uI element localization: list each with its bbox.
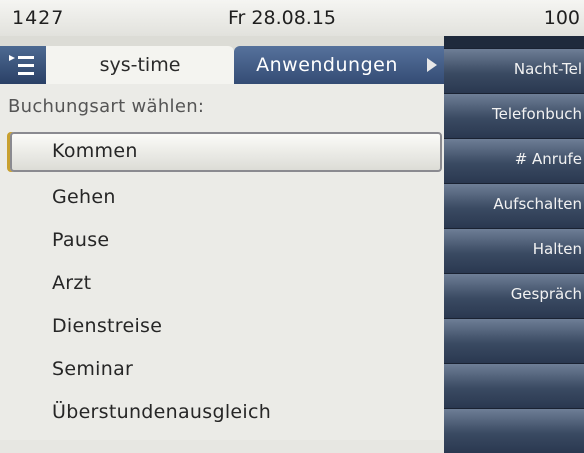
list-item-label: Pause [52,229,110,251]
list-item-label: Überstundenausgleich [52,401,272,423]
current-date: Fr 28.08.15 [228,7,337,29]
fkey-anrufe[interactable]: # Anrufe [444,138,584,183]
arrow-right-icon [427,58,437,72]
fkey-nacht-tel[interactable]: Nacht-Tel [444,48,584,93]
fkey-empty-2[interactable] [444,363,584,408]
list-item-seminar[interactable]: Seminar [0,350,444,390]
function-key-column: Nacht-Tel Telefonbuch # Anrufe Aufschalt… [444,36,584,453]
tab-sys-time[interactable]: sys-time [46,46,234,84]
phone-extension: 100 [543,7,580,29]
booking-type-panel: Buchungsart wählen: Kommen Gehen Pause A… [0,84,444,440]
list-item-pause[interactable]: Pause [0,221,444,261]
list-item-dienstreise[interactable]: Dienstreise [0,307,444,347]
list-item-label: Gehen [52,186,116,208]
list-item-arzt[interactable]: Arzt [0,264,444,304]
tab-bar: sys-time Anwendungen [0,36,444,84]
menu-button[interactable] [0,46,46,84]
fkey-aufschalten[interactable]: Aufschalten [444,183,584,228]
menu-list-icon [9,55,34,75]
list-item-kommen[interactable]: Kommen [10,132,442,172]
list-item-label: Dienstreise [52,315,163,337]
list-item-label: Kommen [52,140,138,162]
fkey-empty-1[interactable] [444,318,584,363]
fkey-empty-3[interactable] [444,408,584,453]
next-tab-button[interactable] [420,46,444,84]
fkey-gespraech[interactable]: Gespräch [444,273,584,318]
prompt-label: Buchungsart wählen: [8,96,205,117]
fkey-halten[interactable]: Halten [444,228,584,273]
list-item-label: Seminar [52,358,134,380]
tab-anwendungen[interactable]: Anwendungen [234,46,420,84]
clock-time: 1427 [12,7,65,29]
fkey-telefonbuch[interactable]: Telefonbuch [444,93,584,138]
list-item-label: Arzt [52,272,92,294]
status-bar: 1427 Fr 28.08.15 100 [0,0,584,36]
list-item-gehen[interactable]: Gehen [0,178,444,218]
list-item-ueberstundenausgleich[interactable]: Überstundenausgleich [0,393,444,433]
